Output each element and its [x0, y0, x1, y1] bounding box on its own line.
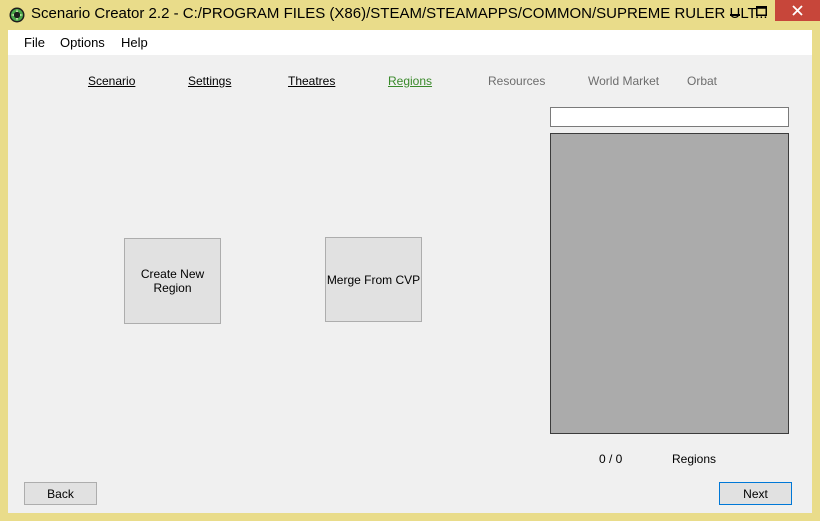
minimize-icon [730, 13, 740, 16]
create-new-region-label: Create New Region [140, 267, 205, 295]
search-input[interactable] [550, 107, 789, 127]
app-icon [9, 7, 25, 23]
tab-world-market: World Market [588, 74, 660, 88]
app-window: Scenario Creator 2.2 - C:/PROGRAM FILES … [0, 0, 820, 521]
window-title: Scenario Creator 2.2 - C:/PROGRAM FILES … [31, 5, 768, 22]
tab-resources: Resources [488, 74, 546, 88]
merge-from-cvp-button[interactable]: Merge From CVP [325, 237, 422, 322]
menu-file[interactable]: File [24, 35, 45, 50]
regions-count: 0 / 0 [599, 452, 623, 466]
back-label: Back [47, 486, 74, 501]
next-label: Next [743, 486, 768, 501]
client-area: File Options Help Scenario Settings Thea… [8, 30, 812, 513]
menu-help[interactable]: Help [121, 35, 148, 50]
maximize-button[interactable] [748, 0, 774, 21]
close-button[interactable] [775, 0, 820, 21]
next-button[interactable]: Next [719, 482, 792, 505]
title-bar[interactable]: Scenario Creator 2.2 - C:/PROGRAM FILES … [0, 0, 820, 30]
tab-theatres[interactable]: Theatres [288, 74, 335, 88]
tab-scenario[interactable]: Scenario [88, 74, 135, 88]
create-new-region-button[interactable]: Create New Region [124, 238, 221, 324]
merge-from-cvp-label: Merge From CVP [326, 272, 421, 287]
tab-orbat: Orbat [687, 74, 718, 88]
regions-list[interactable] [550, 133, 789, 434]
close-icon [792, 5, 803, 16]
regions-count-label: Regions [672, 452, 717, 466]
back-button[interactable]: Back [24, 482, 97, 505]
minimize-button[interactable] [722, 0, 748, 21]
tab-regions[interactable]: Regions [388, 74, 432, 88]
menu-options[interactable]: Options [60, 35, 105, 50]
maximize-icon [755, 5, 767, 16]
tab-settings[interactable]: Settings [188, 74, 231, 88]
menu-bar: File Options Help [8, 30, 812, 55]
